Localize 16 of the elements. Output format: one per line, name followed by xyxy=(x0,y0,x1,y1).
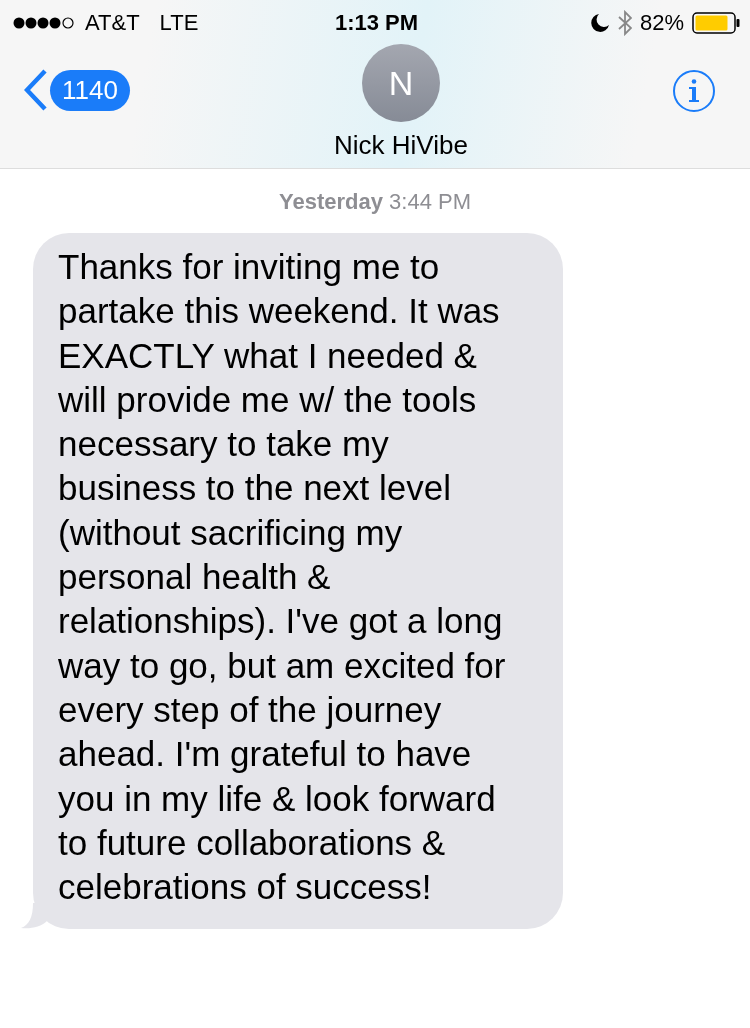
unread-count-badge: 1140 xyxy=(50,69,130,111)
battery-icon xyxy=(692,12,740,34)
contact-avatar[interactable]: N xyxy=(361,44,440,122)
bluetooth-icon xyxy=(617,10,632,36)
moon-icon xyxy=(589,13,610,33)
info-icon[interactable] xyxy=(672,69,716,113)
chevron-left-icon xyxy=(24,69,48,111)
message-timestamp: Yesterday 3:44 PM xyxy=(279,189,471,215)
contact-name[interactable]: Nick HiVibe xyxy=(334,130,468,161)
clock-time: 1:13 PM xyxy=(334,10,419,36)
battery-percentage: 82% xyxy=(639,10,684,36)
carrier-name: AT&T xyxy=(85,10,140,36)
message-text: Thanks for inviting me to partake this weekend. It was EXACTLY what I needed & will provide me w/ the tools necessary to take my business to the next level (without sacrificing my personal health & relationships). I've got a long way to go, but am excited for every step of the journey ahead. I'm grateful to have you in my life & look forward to future collaborations & celebrations of success! xyxy=(58,246,507,909)
back-button[interactable]: 1140 xyxy=(24,69,130,111)
signal-icon xyxy=(13,17,75,29)
network-type: LTE xyxy=(159,10,199,36)
